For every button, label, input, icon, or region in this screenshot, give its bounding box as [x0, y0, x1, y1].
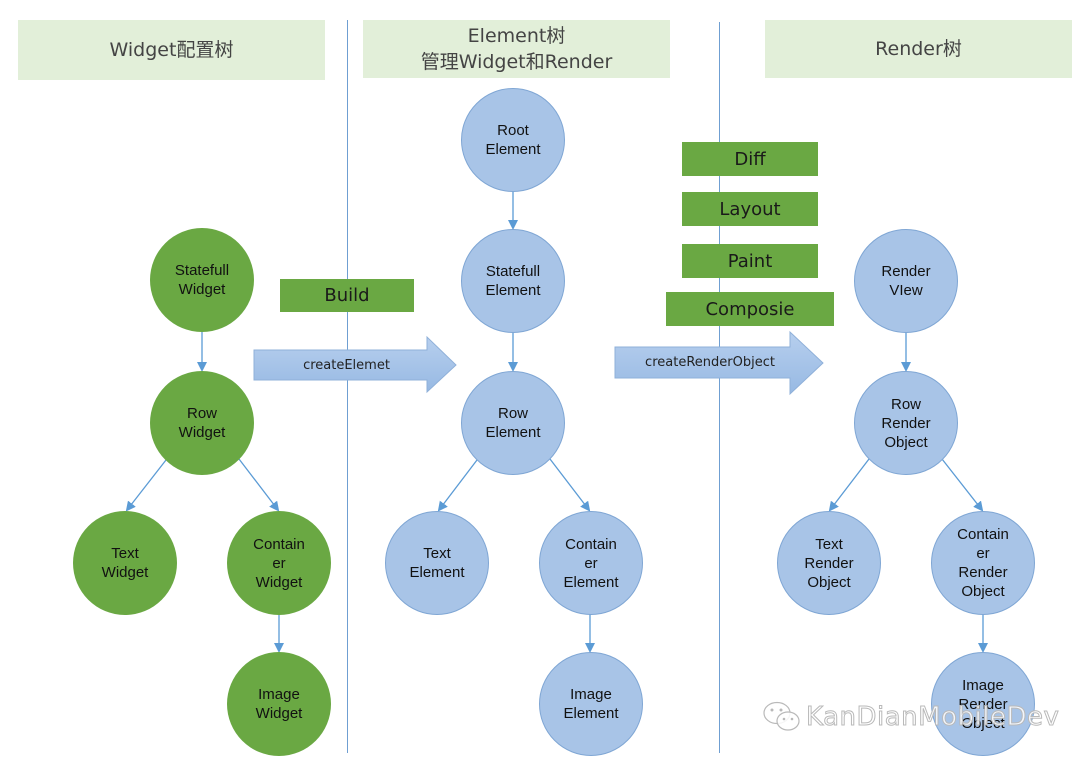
row-element-node: Row Element: [461, 371, 565, 475]
node-label-line: Element: [485, 141, 541, 158]
node-label-line: er: [584, 554, 598, 572]
flutter-three-trees-diagram: Widget配置树 Element树 管理Widget和Render Rende…: [0, 0, 1080, 765]
node-label-line: er: [976, 545, 990, 562]
node-label-line: Object: [884, 433, 928, 451]
create-element-label: createElemet: [303, 357, 390, 373]
node-label-line: er: [272, 554, 286, 572]
node-label-line: Text: [423, 545, 451, 562]
node-label-line: Element: [563, 705, 619, 722]
edge-row-text-element: [437, 459, 478, 512]
node-label-line: Row: [186, 405, 217, 422]
node-label-line: Object: [807, 573, 851, 591]
node-label-line: Contain: [957, 526, 1009, 543]
root-element-node: Root Element: [461, 88, 565, 192]
render-view-node: Render VIew: [854, 229, 958, 333]
node-label-line: VIew: [889, 282, 923, 299]
build-step: Build: [280, 279, 414, 312]
node-label-line: Image: [962, 676, 1004, 694]
image-element-node: Image Element: [539, 652, 643, 756]
node-label-line: Row: [890, 395, 921, 413]
image-widget-node: Image Widget: [227, 652, 331, 756]
container-render-object-node: Contain er Render Object: [931, 511, 1035, 615]
edge-row-text-render: [828, 458, 870, 512]
row-render-object-node: Row Render Object: [854, 371, 958, 475]
node-label-line: Element: [409, 564, 465, 581]
node-label-line: Widget: [178, 424, 226, 441]
node-label-line: Render: [958, 564, 1008, 581]
compose-step: Composie: [666, 292, 834, 326]
text-widget-node: Text Widget: [73, 511, 177, 615]
node-label-line: Render: [804, 554, 854, 572]
wechat-icon: [763, 701, 800, 731]
watermark: KanDianMobileDev: [762, 700, 1059, 734]
node-label-line: Image: [570, 686, 612, 703]
layout-step: Layout: [682, 192, 818, 226]
text-render-object-node: Text Render Object: [777, 511, 881, 615]
node-label-line: Object: [961, 583, 1005, 600]
edge-row-text-widget: [125, 459, 167, 512]
container-element-node: Contain er Element: [539, 511, 643, 615]
statefull-widget-node: Statefull Widget: [150, 228, 254, 332]
paint-step: Paint: [682, 244, 818, 278]
node-label-line: Root: [497, 122, 529, 139]
node-label-line: Element: [563, 573, 619, 591]
node-label-line: Statefull: [174, 262, 230, 279]
node-label-line: Contain: [565, 535, 617, 553]
node-label-line: Render: [881, 414, 931, 432]
container-widget-node: Contain er Widget: [227, 511, 331, 615]
create-render-object-label: createRenderObject: [645, 355, 775, 370]
watermark-text: KanDianMobileDev: [805, 702, 1060, 733]
node-label-line: Element: [485, 424, 541, 441]
text-element-node: Text Element: [385, 511, 489, 615]
node-label-line: Statefull: [485, 263, 541, 280]
node-label-line: Widget: [178, 281, 226, 298]
node-label-line: Contain: [253, 535, 305, 553]
node-label-line: Widget: [255, 573, 303, 591]
node-label-line: Widget: [101, 564, 149, 581]
diff-step: Diff: [682, 142, 818, 176]
node-label-line: Element: [485, 282, 541, 299]
node-label-line: Render: [881, 263, 931, 280]
statefull-element-node: Statefull Element: [461, 229, 565, 333]
edge-row-container-render: [941, 458, 984, 512]
node-label-line: Text: [111, 545, 139, 562]
node-label-line: Row: [497, 405, 528, 422]
edge-row-container-element: [549, 458, 591, 512]
node-label-line: Image: [258, 686, 300, 703]
edge-row-container-widget: [238, 458, 280, 512]
row-widget-node: Row Widget: [150, 371, 254, 475]
node-label-line: Widget: [255, 705, 303, 722]
node-label-line: Text: [815, 535, 843, 553]
